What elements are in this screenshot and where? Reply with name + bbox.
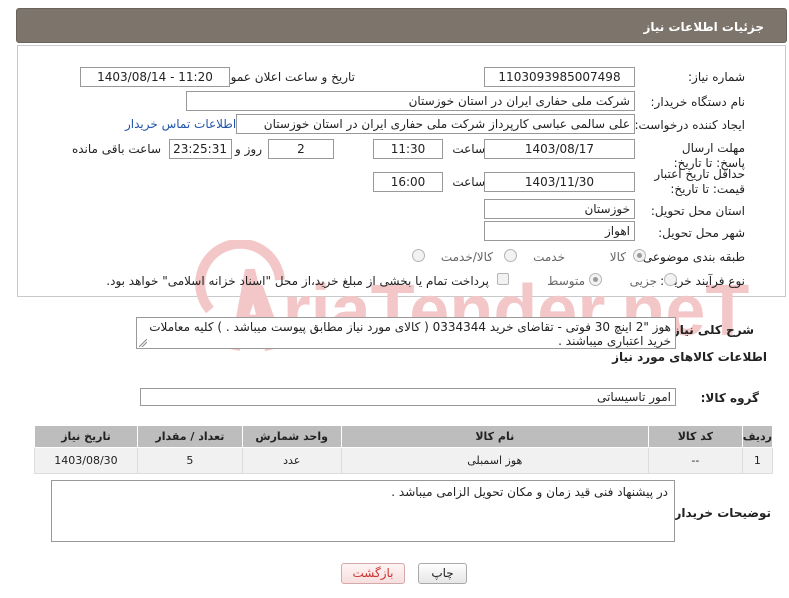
province-label: استان محل تحویل:: [650, 204, 745, 218]
back-button[interactable]: بازگشت: [341, 563, 405, 584]
category-goods-radio[interactable]: [633, 249, 646, 262]
cell-need-date: 1403/08/30: [34, 447, 138, 474]
col-item-code: کد کالا: [647, 425, 743, 448]
goods-table-header: ردیف کد کالا نام کالا واحد شمارش تعداد /…: [34, 425, 774, 448]
col-unit: واحد شمارش: [241, 425, 342, 448]
validity-time-field: 16:00: [373, 172, 443, 192]
col-item-name: نام کالا: [340, 425, 649, 448]
deadline-date-field: 1403/08/17: [484, 139, 635, 159]
category-goods-label: کالا: [609, 250, 626, 264]
goods-group-label: گروه کالا:: [700, 391, 759, 405]
creator-field: علی سالمی عباسی کارپرداز شرکت ملی حفاری …: [236, 114, 635, 134]
days-field: 2: [268, 139, 334, 159]
validity-date-field: 1403/11/30: [484, 172, 635, 192]
description-field: هوز "2 اینچ 30 فوتی - تقاضای خرید 033434…: [136, 317, 676, 349]
process-medium-label: متوسط: [547, 274, 585, 288]
process-minor-radio[interactable]: [664, 273, 677, 286]
days-label: روز و: [235, 142, 262, 156]
goods-table: ردیف کد کالا نام کالا واحد شمارش تعداد /…: [34, 425, 774, 474]
need-number-label: شماره نیاز:: [688, 70, 745, 84]
description-label: شرح کلی نیاز:: [668, 323, 754, 337]
page-title: جزئیات اطلاعات نیاز: [643, 20, 764, 34]
buyer-notes-field: در پیشنهاد فنی قید زمان و مکان تحویل الز…: [51, 480, 675, 542]
col-need-date: تاریخ نیاز: [34, 425, 138, 448]
col-row-number: ردیف: [741, 425, 774, 448]
deadline-time-label: ساعت: [452, 142, 485, 156]
city-field: اهواز: [484, 221, 635, 241]
need-number-field: 1103093985007498: [484, 67, 635, 87]
category-service-radio[interactable]: [504, 249, 517, 262]
city-label: شهر محل تحویل:: [658, 226, 745, 240]
process-minor-label: جزیی: [629, 274, 657, 288]
validity-label: حداقل تاریخ اعتبار قیمت: تا تاریخ:: [654, 167, 745, 196]
cell-item-code: --: [647, 447, 743, 474]
cell-quantity: 5: [136, 447, 243, 474]
cell-unit: عدد: [241, 447, 342, 474]
validity-time-label: ساعت: [452, 175, 485, 189]
creator-label: ایجاد کننده درخواست:: [634, 118, 745, 132]
remaining-time-field: 23:25:31: [169, 139, 232, 159]
province-field: خوزستان: [484, 199, 635, 219]
category-goods-service-label: کالا/خدمت: [440, 250, 493, 264]
category-label: طبقه بندی موضوعی:: [638, 250, 745, 264]
goods-group-field: امور تاسیساتی: [140, 388, 676, 406]
cell-item-name: هوز اسمبلی: [340, 447, 649, 474]
print-button[interactable]: چاپ: [418, 563, 467, 584]
table-row: 1 -- هوز اسمبلی عدد 5 1403/08/30: [34, 447, 774, 474]
buyer-notes-label: توضیحات خریدار:: [669, 506, 771, 520]
category-goods-service-radio[interactable]: [412, 249, 425, 262]
buyer-org-field: شرکت ملی حفاری ایران در استان خوزستان: [186, 91, 635, 111]
announce-date-field: 1403/08/14 - 11:20: [80, 67, 230, 87]
page-header: جزئیات اطلاعات نیاز: [16, 8, 787, 43]
col-quantity: تعداد / مقدار: [136, 425, 243, 448]
resize-handle-icon[interactable]: [139, 339, 147, 347]
treasury-payment-checkbox[interactable]: [497, 273, 509, 285]
cell-row-number: 1: [741, 447, 774, 474]
category-service-label: خدمت: [533, 250, 565, 264]
remaining-time-label: ساعت باقی مانده: [71, 142, 161, 156]
treasury-payment-label: پرداخت تمام یا بخشی از مبلغ خرید،از محل …: [106, 274, 489, 288]
goods-section-title: اطلاعات کالاهای مورد نیاز: [612, 350, 767, 364]
buyer-contact-link[interactable]: اطلاعات تماس خریدار: [125, 117, 236, 131]
process-medium-radio[interactable]: [589, 273, 602, 286]
announce-date-label: تاریخ و ساعت اعلان عمومی:: [210, 70, 355, 84]
buyer-org-label: نام دستگاه خریدار:: [650, 95, 746, 109]
deadline-time-field: 11:30: [373, 139, 443, 159]
